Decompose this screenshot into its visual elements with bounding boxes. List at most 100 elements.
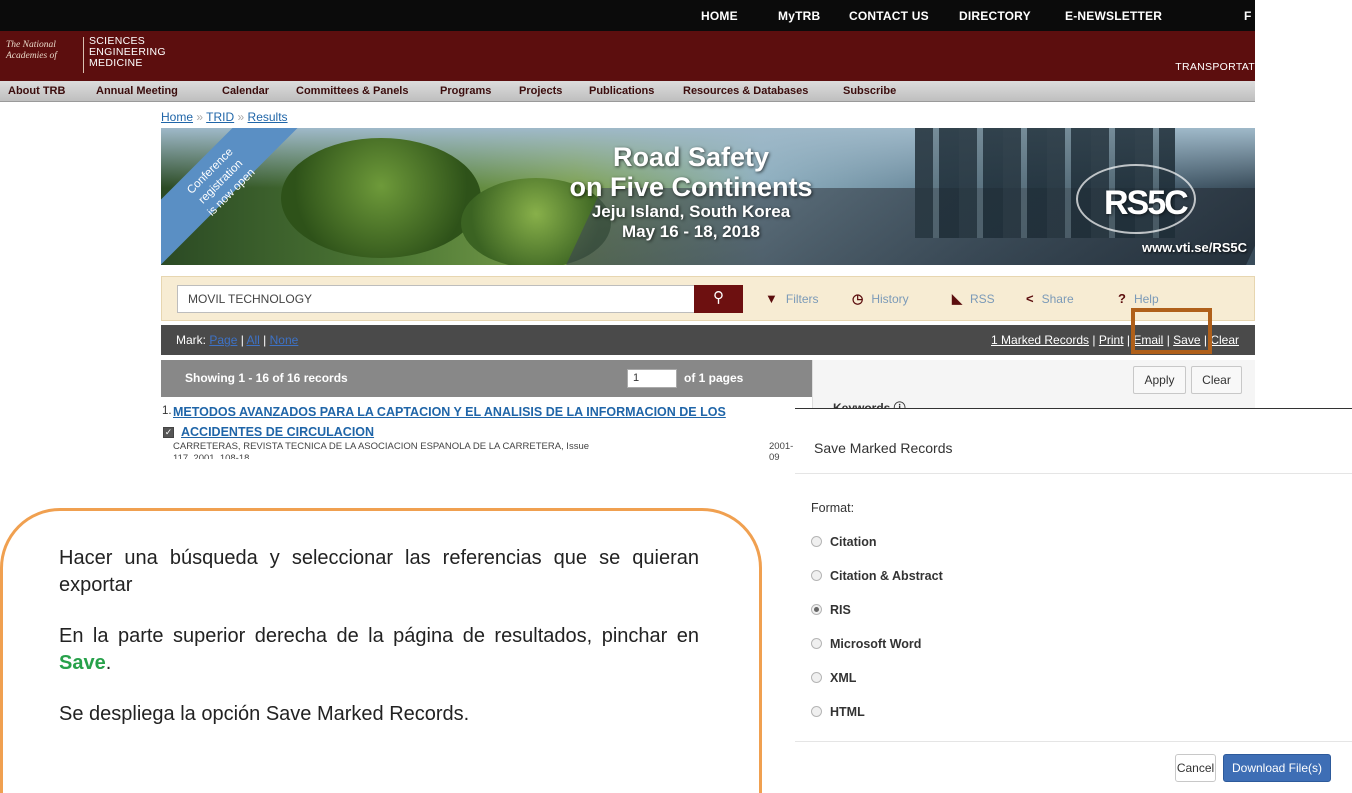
radio-button-selected[interactable] — [811, 604, 822, 615]
save-marked-records-dialog: Save Marked Records Format: Citation Cit… — [795, 408, 1352, 793]
menu-committees-panels[interactable]: Committees & Panels — [296, 85, 408, 97]
share-tool[interactable]: < Share — [1026, 291, 1074, 306]
format-option-ris[interactable]: RIS — [811, 603, 851, 617]
help-label: Help — [1133, 292, 1159, 306]
apply-button[interactable]: Apply — [1133, 366, 1186, 394]
result-source-continued: 117, 2001, 108-18 — [173, 453, 250, 459]
result-title-link[interactable]: METODOS AVANZADOS PARA LA CAPTACION Y EL… — [173, 405, 726, 419]
rss-tool[interactable]: ◣ RSS — [952, 291, 995, 307]
brand-transportation-text[interactable]: TRANSPORTAT — [1175, 61, 1255, 73]
share-label: Share — [1041, 292, 1074, 306]
nav-directory[interactable]: DIRECTORY — [959, 9, 1031, 23]
nav-truncated-item[interactable]: F — [1244, 9, 1252, 23]
help-icon: ? — [1118, 291, 1126, 306]
format-option-citation-abstract[interactable]: Citation & Abstract — [811, 569, 943, 583]
result-title-link[interactable]: ACCIDENTES DE CIRCULACION — [181, 425, 374, 439]
result-checkbox[interactable]: ✓ — [163, 427, 174, 438]
mark-label: Mark: — [176, 333, 206, 347]
breadcrumb-results[interactable]: Results — [248, 110, 288, 124]
cancel-button[interactable]: Cancel — [1175, 754, 1216, 782]
menu-publications[interactable]: Publications — [589, 85, 654, 97]
save-highlight-box — [1131, 308, 1212, 354]
help-tool[interactable]: ? Help — [1118, 291, 1159, 306]
menu-subscribe[interactable]: Subscribe — [843, 85, 896, 97]
mark-page-link[interactable]: Page — [209, 333, 237, 347]
instruction-step-3: Se despliega la opción Save Marked Recor… — [59, 703, 470, 725]
page-number-input[interactable]: 1 — [627, 369, 677, 388]
search-bar: ⚲ ▼ Filters ◷ History ◣ RSS < Share ? Help — [161, 276, 1255, 321]
radio-button[interactable] — [811, 706, 822, 717]
nas-logo-text[interactable]: The National Academies of — [6, 40, 57, 62]
radio-button[interactable] — [811, 672, 822, 683]
format-option-xml[interactable]: XML — [811, 671, 856, 685]
result-source: CARRETERAS, REVISTA TECNICA DE LA ASOCIA… — [173, 441, 590, 452]
banner-title: Road Safety on Five Continents Jeju Isla… — [161, 142, 1021, 242]
instruction-step-2-end: . — [105, 652, 112, 674]
menu-annual-meeting[interactable]: Annual Meeting — [96, 85, 178, 97]
mark-none-link[interactable]: None — [270, 333, 299, 347]
marked-records-link[interactable]: 1 Marked Records — [991, 333, 1089, 347]
format-option-citation[interactable]: Citation — [811, 535, 877, 549]
nav-mytrb[interactable]: MyTRB — [778, 9, 820, 23]
breadcrumb: Home » TRID » Results — [161, 110, 288, 124]
filters-label: Filters — [785, 292, 819, 306]
breadcrumb-home[interactable]: Home — [161, 110, 193, 124]
banner-url: www.vti.se/RS5C — [1142, 240, 1247, 255]
nav-contact-us[interactable]: CONTACT US — [849, 9, 929, 23]
rss-label: RSS — [970, 292, 995, 306]
radio-button[interactable] — [811, 536, 822, 547]
menu-resources-databases[interactable]: Resources & Databases — [683, 85, 808, 97]
history-tool[interactable]: ◷ History — [852, 291, 909, 307]
breadcrumb-separator: » — [237, 110, 245, 124]
format-label: Format: — [811, 501, 855, 515]
dialog-title: Save Marked Records — [814, 440, 953, 456]
rs5c-logo: RS5C — [1076, 164, 1196, 234]
results-count: Showing 1 - 16 of 16 records — [185, 371, 348, 385]
brand-bar: The National Academies of SCIENCES ENGIN… — [0, 31, 1255, 81]
radio-button[interactable] — [811, 570, 822, 581]
format-option-label: HTML — [830, 705, 865, 719]
search-button[interactable]: ⚲ — [694, 285, 743, 313]
format-option-html[interactable]: HTML — [811, 705, 865, 719]
banner-location: Jeju Island, South Korea — [591, 202, 791, 221]
format-option-label: Citation & Abstract — [830, 569, 943, 583]
rss-icon: ◣ — [952, 291, 962, 306]
radio-button[interactable] — [811, 638, 822, 649]
instruction-step-2-text: En la parte superior derecha de la págin… — [59, 625, 699, 647]
menu-about-trb[interactable]: About TRB — [8, 85, 65, 97]
instruction-step-1: Hacer una búsqueda y seleccionar las ref… — [59, 547, 699, 596]
screenshot-stage: HOME MyTRB CONTACT US DIRECTORY E-NEWSLE… — [0, 0, 1352, 793]
nav-e-newsletter[interactable]: E-NEWSLETTER — [1065, 9, 1162, 23]
menu-calendar[interactable]: Calendar — [222, 85, 269, 97]
history-label: History — [871, 292, 909, 306]
nas-line-1: The National — [6, 40, 56, 50]
nav-home[interactable]: HOME — [701, 9, 738, 23]
format-option-microsoft-word[interactable]: Microsoft Word — [811, 637, 921, 651]
menu-projects[interactable]: Projects — [519, 85, 562, 97]
banner-title-line-2: on Five Continents — [569, 172, 813, 202]
top-navigation: HOME MyTRB CONTACT US DIRECTORY E-NEWSLE… — [0, 0, 1255, 31]
format-option-label: XML — [830, 671, 857, 685]
clear-button[interactable]: Clear — [1191, 366, 1242, 394]
mark-all-link[interactable]: All — [247, 333, 260, 347]
main-menu: About TRB Annual Meeting Calendar Commit… — [0, 81, 1255, 102]
rs5c-logo-text: RS5C — [1104, 184, 1189, 222]
banner-dates: May 16 - 18, 2018 — [622, 222, 760, 241]
mark-controls: Mark: Page | All | None — [176, 333, 299, 347]
brand-word-medicine: MEDICINE — [89, 57, 143, 69]
conference-banner[interactable]: Conference registration is now open Road… — [161, 128, 1255, 265]
print-link[interactable]: Print — [1099, 333, 1124, 347]
menu-programs[interactable]: Programs — [440, 85, 491, 97]
brand-words[interactable]: SCIENCES ENGINEERING MEDICINE — [89, 36, 166, 69]
format-option-label: RIS — [830, 603, 851, 617]
search-icon: ⚲ — [713, 289, 724, 306]
filters-tool[interactable]: ▼ Filters — [765, 291, 819, 306]
results-header: Showing 1 - 16 of 16 records 1 of 1 page… — [161, 360, 812, 397]
search-input[interactable] — [177, 285, 695, 313]
mark-bar: Mark: Page | All | None 1 Marked Records… — [161, 325, 1255, 355]
breadcrumb-trid[interactable]: TRID — [206, 110, 234, 124]
clear-link[interactable]: Clear — [1210, 333, 1239, 347]
clock-icon: ◷ — [852, 291, 864, 306]
format-option-label: Microsoft Word — [830, 637, 922, 651]
download-files-button[interactable]: Download File(s) — [1223, 754, 1331, 782]
